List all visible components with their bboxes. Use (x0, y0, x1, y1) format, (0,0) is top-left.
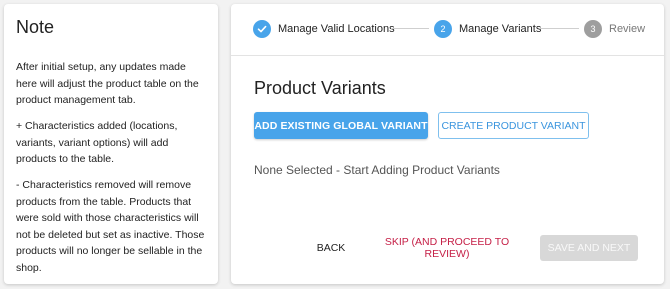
step-label: Manage Valid Locations (278, 22, 395, 35)
note-paragraph-remove: - Characteristics removed will remove pr… (16, 179, 205, 274)
step-number: 3 (584, 19, 602, 38)
step-manage-variants[interactable]: 2 Manage Variants (434, 19, 541, 38)
skip-button[interactable]: SKIP (AND PROCEED TO REVIEW) (367, 235, 527, 261)
stepper: Manage Valid Locations 2 Manage Variants… (231, 4, 664, 56)
check-icon (253, 19, 271, 38)
step-label: Manage Variants (459, 22, 542, 35)
add-existing-global-variant-button[interactable]: ADD EXISTING GLOBAL VARIANT (254, 112, 428, 139)
note-paragraph-update: After initial setup, any updates made he… (16, 61, 199, 106)
create-product-variant-button[interactable]: CREATE PRODUCT VARIANT (438, 112, 589, 139)
step-connector (539, 28, 579, 29)
step-label: Review (609, 22, 646, 35)
main-panel: Manage Valid Locations 2 Manage Variants… (231, 4, 664, 284)
step-number: 2 (434, 19, 452, 38)
step-review[interactable]: 3 Review (584, 19, 645, 38)
back-button[interactable]: BACK (311, 235, 351, 261)
step-connector (391, 28, 429, 29)
page-title: Product Variants (254, 78, 386, 98)
empty-state-text: None Selected - Start Adding Product Var… (254, 163, 500, 177)
note-title: Note (16, 17, 55, 37)
note-paragraph-add: + Characteristics added (locations, vari… (16, 120, 178, 165)
note-panel: Note After initial setup, any updates ma… (4, 4, 218, 284)
step-manage-valid-locations[interactable]: Manage Valid Locations (253, 19, 395, 38)
save-and-next-button[interactable]: SAVE AND NEXT (540, 235, 638, 261)
